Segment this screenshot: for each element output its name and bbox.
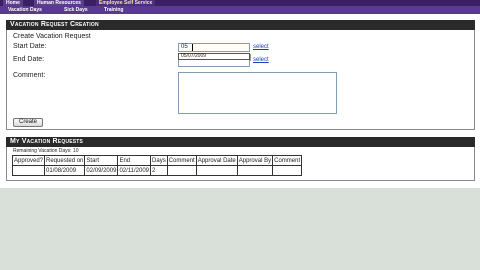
requests-section-body: Remaining Vacation Days: 10 Approved? Re… (6, 147, 475, 181)
start-date-autocomplete[interactable]: 05/07/2009 (178, 53, 250, 60)
column-header: Approved? (11, 155, 46, 166)
end-date-input[interactable] (178, 60, 250, 67)
start-date-input[interactable]: 05 (178, 43, 250, 52)
subnav-item-vacation-days[interactable]: Vacation Days (8, 6, 42, 14)
end-date-select-link[interactable]: select (253, 57, 269, 63)
text-cursor (192, 44, 193, 51)
remaining-days: Remaining Vacation Days: 10 (13, 148, 79, 154)
table-cell: 01/08/2009 (44, 165, 86, 176)
page-content: Vacation Request Creation Create Vacatio… (0, 17, 480, 188)
create-button[interactable]: Create (13, 118, 43, 127)
table-cell: 2 (150, 165, 168, 176)
table-cell (236, 165, 274, 176)
column-header: End (117, 155, 152, 166)
start-date-select-link[interactable]: select (253, 44, 269, 50)
table-row[interactable]: 01/08/2009 02/09/2009 02/11/2009 2 (11, 165, 303, 176)
subnav-item-training[interactable]: Training (104, 6, 123, 14)
column-header: Comment (272, 155, 303, 166)
column-header: Approval By (236, 155, 274, 166)
subnav-item-sick-days[interactable]: Sick Days (64, 6, 88, 14)
autocomplete-option[interactable]: 05/07/2009 (181, 53, 206, 59)
requests-table: Approved? Requested on Start End Days Co… (11, 155, 303, 176)
comment-label: Comment: (13, 72, 46, 79)
table-cell: 02/09/2009 (84, 165, 119, 176)
column-header: Days (150, 155, 168, 166)
create-subtitle: Create Vacation Request (13, 33, 91, 40)
section-header-create: Vacation Request Creation (6, 20, 475, 30)
table-cell (272, 165, 303, 176)
table-cell (166, 165, 197, 176)
table-header-row: Approved? Requested on Start End Days Co… (11, 155, 303, 166)
column-header: Comment (166, 155, 197, 166)
start-date-value: 05 (181, 44, 188, 50)
table-cell (11, 165, 46, 176)
comment-textarea[interactable] (178, 72, 337, 114)
create-section-body: Create Vacation Request Start Date: 05 s… (6, 30, 475, 130)
section-header-requests: My Vacation Requests (6, 137, 475, 147)
start-date-label: Start Date: (13, 43, 47, 50)
column-header: Approval Date (195, 155, 238, 166)
end-date-label: End Date: (13, 56, 45, 63)
column-header: Start (84, 155, 119, 166)
table-cell: 02/11/2009 (117, 165, 152, 176)
column-header: Requested on (44, 155, 86, 166)
table-cell (195, 165, 238, 176)
sub-nav: Vacation Days Sick Days Training (0, 6, 480, 14)
